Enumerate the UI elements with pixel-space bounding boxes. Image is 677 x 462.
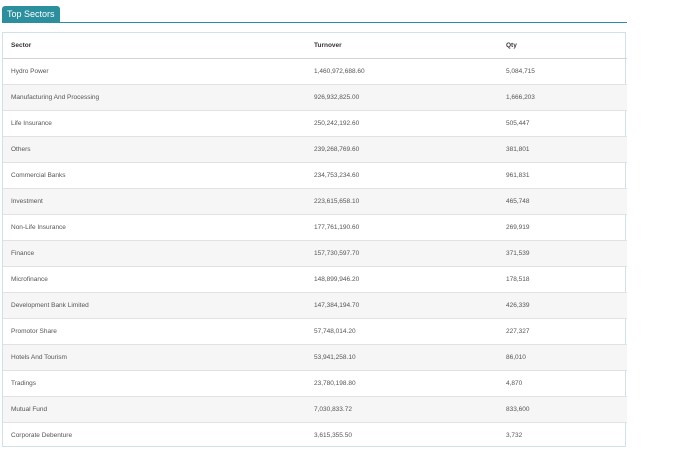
table-row: Manufacturing And Processing 926,932,825… — [3, 84, 627, 111]
table-row: Corporate Debenture 3,615,355.50 3,732 — [3, 423, 627, 449]
table-body: Hydro Power 1,460,972,688.60 5,084,715 M… — [3, 58, 627, 449]
cell-qty: 371,539 — [498, 240, 627, 267]
top-sectors-table-container: Sector Turnover Qty Hydro Power 1,460,97… — [2, 32, 627, 448]
table-row: Others 239,268,769.60 381,801 — [3, 136, 627, 163]
table-row: Hydro Power 1,460,972,688.60 5,084,715 — [3, 58, 627, 85]
cell-turnover: 234,753,234.60 — [306, 162, 498, 189]
cell-turnover: 926,932,825.00 — [306, 84, 498, 111]
cell-turnover: 223,615,658.10 — [306, 188, 498, 215]
table-row: Life Insurance 250,242,192.60 505,447 — [3, 110, 627, 137]
cell-qty: 178,518 — [498, 266, 627, 293]
cell-qty: 961,831 — [498, 162, 627, 189]
cell-sector: Mutual Fund — [3, 396, 306, 423]
cell-sector: Investment — [3, 188, 306, 215]
cell-sector: Tradings — [3, 370, 306, 397]
header-qty: Qty — [498, 33, 627, 59]
panel-title-tab[interactable]: Top Sectors — [2, 6, 60, 22]
cell-sector: Hydro Power — [3, 58, 306, 85]
cell-turnover: 53,941,258.10 — [306, 344, 498, 371]
cell-turnover: 239,268,769.60 — [306, 136, 498, 163]
table-row: Non-Life Insurance 177,761,190.60 269,91… — [3, 214, 627, 241]
cell-turnover: 177,761,190.60 — [306, 214, 498, 241]
cell-sector: Life Insurance — [3, 110, 306, 137]
table-row: Finance 157,730,597.70 371,539 — [3, 240, 627, 267]
cell-turnover: 250,242,192.60 — [306, 110, 498, 137]
cell-sector: Corporate Debenture — [11, 432, 73, 439]
cell-turnover: 148,899,946.20 — [306, 266, 498, 293]
cell-sector: Microfinance — [3, 266, 306, 293]
cell-qty: 86,010 — [498, 344, 627, 371]
panel-header: Top Sectors — [2, 6, 627, 23]
cell-sector: Finance — [3, 240, 306, 267]
cell-turnover: 157,730,597.70 — [306, 240, 498, 267]
header-turnover: Turnover — [306, 33, 498, 59]
table-row: Hotels And Tourism 53,941,258.10 86,010 — [3, 344, 627, 371]
cell-qty: 465,748 — [498, 188, 627, 215]
table-row: Mutual Fund 7,030,833.72 833,600 — [3, 396, 627, 423]
cell-turnover: 147,384,194.70 — [306, 292, 498, 319]
cell-turnover: 7,030,833.72 — [306, 396, 498, 423]
cell-qty: 269,919 — [498, 214, 627, 241]
cell-qty: 227,327 — [498, 318, 627, 345]
header-sector: Sector — [3, 33, 306, 59]
cell-qty: 1,666,203 — [498, 84, 627, 111]
cell-sector: Manufacturing And Processing — [3, 84, 306, 111]
cell-qty: 505,447 — [498, 110, 627, 137]
cell-qty: 833,600 — [498, 396, 627, 423]
cell-sector: Non-Life Insurance — [3, 214, 306, 241]
cell-sector: Development Bank Limited — [3, 292, 306, 319]
table-row: Promotor Share 57,748,014.20 227,327 — [3, 318, 627, 345]
cell-qty: 3,732 — [506, 432, 523, 439]
table-header-row: Sector Turnover Qty — [3, 33, 627, 59]
cell-sector: Commercial Banks — [3, 162, 306, 189]
cell-qty: 5,084,715 — [498, 58, 627, 85]
table-row: Microfinance 148,899,946.20 178,518 — [3, 266, 627, 293]
cell-turnover: 57,748,014.20 — [306, 318, 498, 345]
table-row: Development Bank Limited 147,384,194.70 … — [3, 292, 627, 319]
cell-sector: Hotels And Tourism — [3, 344, 306, 371]
cell-turnover: 23,780,198.80 — [306, 370, 498, 397]
table-row: Tradings 23,780,198.80 4,870 — [3, 370, 627, 397]
table-row: Investment 223,615,658.10 465,748 — [3, 188, 627, 215]
cell-qty: 4,870 — [498, 370, 627, 397]
cell-sector: Others — [3, 136, 306, 163]
table-row: Commercial Banks 234,753,234.60 961,831 — [3, 162, 627, 189]
cell-turnover: 1,460,972,688.60 — [306, 58, 498, 85]
cell-qty: 381,801 — [498, 136, 627, 163]
cell-turnover: 3,615,355.50 — [314, 432, 352, 439]
cell-qty: 426,339 — [498, 292, 627, 319]
top-sectors-table: Sector Turnover Qty Hydro Power 1,460,97… — [3, 33, 627, 448]
cell-sector: Promotor Share — [3, 318, 306, 345]
